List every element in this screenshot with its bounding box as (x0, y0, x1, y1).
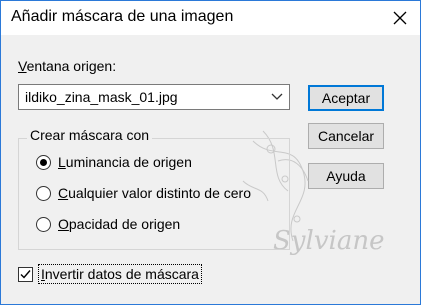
invert-mask-label: Invertir datos de máscara (38, 264, 202, 284)
checkmark-icon (20, 269, 31, 279)
radio-luminance[interactable]: Luminancia de origen (36, 152, 192, 172)
accept-button[interactable]: Aceptar (308, 85, 384, 111)
radio-button-selected[interactable] (36, 154, 51, 170)
radio-opacity-label: Opacidad de origen (58, 216, 181, 232)
close-button[interactable] (380, 1, 420, 35)
source-window-value: ildiko_zina_mask_01.jpg (25, 89, 178, 105)
chevron-down-icon (271, 93, 283, 100)
dialog-title: Añadir máscara de una imagen (11, 8, 234, 25)
radio-opacity[interactable]: Opacidad de origen (36, 214, 180, 234)
invert-mask-checkbox-row[interactable]: Invertir datos de máscara (18, 263, 202, 285)
radio-luminance-label: Luminancia de origen (58, 154, 192, 170)
cancel-button[interactable]: Cancelar (308, 123, 384, 149)
create-mask-group-title: Crear máscara con (27, 127, 153, 143)
source-window-label: Ventana origen: (18, 58, 117, 74)
help-button[interactable]: Ayuda (308, 163, 384, 189)
radio-nonzero-label: Cualquier valor distinto de cero (58, 185, 252, 201)
radio-nonzero[interactable]: Cualquier valor distinto de cero (36, 183, 251, 203)
close-icon (393, 11, 407, 25)
source-window-dropdown[interactable]: ildiko_zina_mask_01.jpg (18, 84, 290, 110)
dialog-window: Añadir máscara de una imagen Ventana ori… (0, 0, 421, 305)
radio-button[interactable] (36, 185, 51, 201)
title-bar[interactable]: Añadir máscara de una imagen (1, 1, 420, 35)
invert-mask-checkbox[interactable] (18, 266, 33, 282)
radio-button[interactable] (36, 216, 51, 232)
